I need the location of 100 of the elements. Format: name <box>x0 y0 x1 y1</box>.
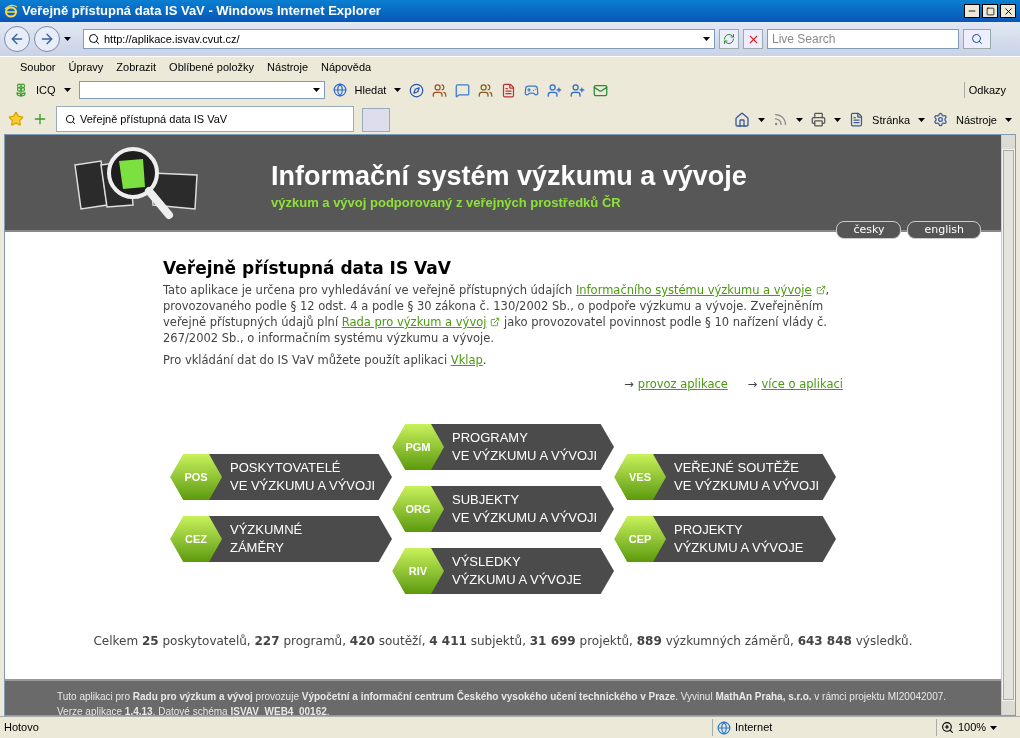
code-badge: PGM <box>392 424 444 470</box>
tile-label[interactable]: ZÁMĚRY <box>230 539 303 557</box>
tile-label[interactable]: VE VÝZKUMU A VÝVOJI <box>230 477 376 495</box>
refresh-icon <box>723 33 735 45</box>
search-icon <box>88 33 100 45</box>
tile-label[interactable]: VÝSLEDKY <box>452 553 582 571</box>
caret-icon <box>758 117 766 122</box>
compass-icon <box>409 82 425 98</box>
tile-label[interactable]: VÝZKUMNÉ <box>230 521 303 539</box>
caret-icon <box>394 88 402 92</box>
tile-label[interactable]: VE VÝZKUMU A VÝVOJI <box>452 509 598 527</box>
category-tile[interactable]: CEZ VÝZKUMNÉ ZÁMĚRY <box>170 516 392 562</box>
text-link[interactable]: více o aplikaci <box>761 376 843 392</box>
caret-icon <box>63 88 71 92</box>
category-tile[interactable]: PGM PROGRAMY VE VÝZKUMU A VÝVOJI <box>392 424 614 470</box>
browser-tab[interactable]: Veřejně přístupná data IS VaV <box>56 106 354 132</box>
intro-paragraph: Tato aplikace je určena pro vyhledávání ve veřejně přístupných údajích Informačního systému výzkumu a vývoje , provozovaného podle § 12 odst. 4 a podle § 30 zákona č. 130/2002 Sb., o podpoře výzkumu a vývoje. Zveřejněním veřejně přístupných údajů plní Rada pro výzkum a vývoj jako provozovatel povinnost podle § 10 nařízení vlády č. 267/2002 Sb., o informačním systému výzkumu a vývoje. <box>163 282 831 346</box>
maximize-button[interactable] <box>982 4 998 18</box>
arrow-icon: → <box>747 376 758 392</box>
intro-paragraph: Pro vkládání dat do IS VaV můžete použít aplikaci Vklap. <box>163 352 488 368</box>
external-link-icon <box>490 316 501 327</box>
close-button[interactable] <box>1000 4 1016 18</box>
external-link-icon <box>815 284 826 295</box>
category-tile[interactable]: CEP PROJEKTY VÝZKUMU A VÝVOJE <box>614 516 836 562</box>
zoom-icon <box>941 721 954 734</box>
code-badge: RIV <box>392 548 444 594</box>
arrow-icon: → <box>624 376 634 392</box>
browser-icon <box>4 4 18 18</box>
tile-label[interactable]: POSKYTOVATELÉ <box>230 459 376 477</box>
refresh-button[interactable] <box>719 29 739 49</box>
page-menu-button[interactable]: Stránka <box>872 111 911 128</box>
find-button[interactable]: Hledat <box>354 81 387 99</box>
code-badge: CEP <box>614 516 666 562</box>
tools-menu-button[interactable]: Nástroje <box>956 111 997 128</box>
forward-button[interactable] <box>34 26 60 52</box>
new-tab-button[interactable] <box>362 108 390 132</box>
tile-label[interactable]: PROJEKTY <box>674 521 804 539</box>
category-tile[interactable]: POS POSKYTOVATELÉ VE VÝZKUMU A VÝVOJI <box>170 454 392 500</box>
toolbar-search-field[interactable] <box>78 81 325 99</box>
links-button[interactable]: Odkazy <box>963 81 1006 99</box>
scrollbar[interactable] <box>1001 135 1015 715</box>
text-link[interactable]: Informačního systému výzkumu a vývoje <box>575 283 826 297</box>
chat-icon <box>455 82 471 98</box>
menu-item[interactable]: Zobrazit <box>116 59 157 76</box>
menu-item[interactable]: Oblíbené položky <box>169 59 255 76</box>
forward-arrow-icon <box>39 31 55 47</box>
security-zone: Internet <box>735 720 773 736</box>
footer-text: Tuto aplikaci pro Radu pro výzkum a vývoj provozuje Výpočetní a informační centrum Českého vysokého učení technického v Praze. Vyvinul MathAn Praha, s.r.o. v rámci projektu MI20042007. Verze aplikace 1.4.13. Datové schéma ISVAV_WEB4_00162. <box>57 689 948 719</box>
group-icon <box>478 82 494 98</box>
code-badge: VES <box>614 454 666 500</box>
globe-icon <box>332 83 347 97</box>
site-title: Informační systém výzkumu a vývoje <box>271 160 747 193</box>
caret-icon <box>1005 117 1012 122</box>
tile-label[interactable]: PROGRAMY <box>452 429 598 447</box>
tile-label[interactable]: VÝZKUMU A VÝVOJE <box>674 539 804 557</box>
category-tile[interactable]: RIV VÝSLEDKY VÝZKUMU A VÝVOJE <box>392 548 614 594</box>
icq-button[interactable]: ICQ <box>36 81 56 99</box>
text-link[interactable]: Vklap <box>450 353 483 367</box>
tile-label[interactable]: VE VÝZKUMU A VÝVOJI <box>674 477 820 495</box>
print-icon <box>811 112 827 128</box>
minimize-button[interactable] <box>964 4 980 18</box>
code-badge: ORG <box>392 486 444 532</box>
search-icon <box>971 33 983 45</box>
search-button[interactable] <box>963 29 991 49</box>
add-favorite-icon <box>32 111 48 127</box>
code-badge: CEZ <box>170 516 222 562</box>
flower-icon <box>14 83 28 97</box>
back-button[interactable] <box>4 26 30 52</box>
caret-icon <box>64 37 71 41</box>
category-tile[interactable]: VES VEŘEJNÉ SOUTĚŽE VE VÝZKUMU A VÝVOJI <box>614 454 836 500</box>
settings-icon <box>933 112 949 128</box>
tile-label[interactable]: SUBJEKTY <box>452 491 598 509</box>
globe-icon <box>717 720 731 735</box>
text-link[interactable]: Rada pro výzkum a vývoj <box>341 315 501 329</box>
feed-icon <box>773 112 789 128</box>
category-tile[interactable]: ORG SUBJEKTY VE VÝZKUMU A VÝVOJI <box>392 486 614 532</box>
caret-icon <box>990 725 998 730</box>
menu-item[interactable]: Nápověda <box>321 59 372 76</box>
tile-label[interactable]: VEŘEJNÉ SOUTĚŽE <box>674 459 820 477</box>
user-icon <box>570 82 586 98</box>
mail-icon <box>593 82 609 98</box>
menu-item[interactable]: Soubor <box>20 59 56 76</box>
page-heading: Veřejně přístupná data IS VaV <box>163 260 452 276</box>
search-field[interactable]: Live Search <box>767 29 959 49</box>
address-field[interactable]: http://aplikace.isvav.cvut.cz/ <box>83 29 715 49</box>
language-tab[interactable]: česky <box>836 221 902 239</box>
stop-button[interactable] <box>743 29 763 49</box>
people-icon <box>432 82 448 98</box>
zoom-button[interactable]: 100% <box>936 719 1016 736</box>
tile-label[interactable]: VE VÝZKUMU A VÝVOJI <box>452 447 598 465</box>
caret-icon <box>312 88 320 92</box>
menu-item[interactable]: Nástroje <box>267 59 309 76</box>
language-tab[interactable]: english <box>907 221 981 239</box>
caret-icon <box>796 117 804 122</box>
home-icon <box>734 111 751 128</box>
text-link[interactable]: provoz aplikace <box>637 376 728 392</box>
menu-item[interactable]: Úpravy <box>68 59 104 76</box>
tile-label[interactable]: VÝZKUMU A VÝVOJE <box>452 571 582 589</box>
document-icon <box>501 82 517 98</box>
url-text: http://aplikace.isvav.cvut.cz/ <box>104 31 240 47</box>
